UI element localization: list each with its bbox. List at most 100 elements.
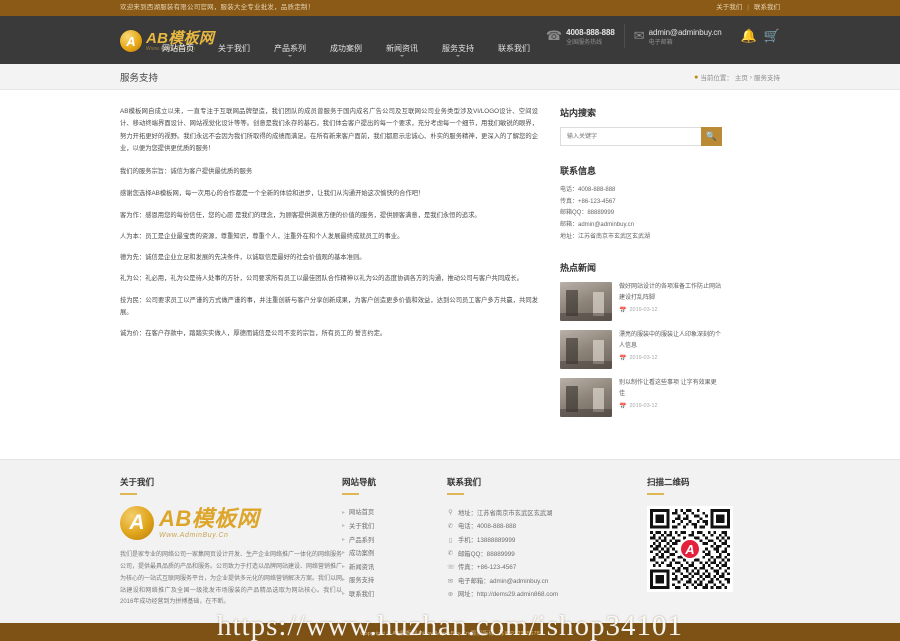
- footer-contact-fax: ☏ 传真：+86-123-4567: [447, 561, 647, 575]
- header-contacts: ☎ 4008-888-888 全国服务热线 ✉ admin@adminbuy.c…: [537, 24, 780, 48]
- main-nav: 网站首页 关于我们 产品系列 成功案例 新闻资讯 服务支持: [150, 40, 542, 63]
- footer-qr-title: 扫描二维码: [647, 476, 780, 488]
- nav-item-6[interactable]: 联系我们: [486, 40, 542, 63]
- article-content: AB模板网自成立以来，一直专注于互联网品牌塑造，我们团队的成员曾服务于国内成名广…: [120, 106, 538, 349]
- footer-nav-title: 网站导航: [342, 476, 447, 488]
- fax-icon: ☏: [447, 561, 454, 575]
- footer-nav-label: 新闻资讯: [349, 561, 374, 575]
- header-phone-label: 全国服务热线: [566, 40, 615, 48]
- footer-about-title: 关于我们: [120, 476, 342, 488]
- footer-qr-column: 扫描二维码: [647, 476, 780, 608]
- page-root: 欢迎来到西湖服装有限公司官网，服装大全专业批发，品质定制！ 关于我们 | 联系我…: [0, 0, 900, 641]
- breadcrumb: ● 当前位置： 主页 › 服务支持: [694, 72, 780, 82]
- footer-nav-item-3[interactable]: 成功案例: [342, 547, 447, 561]
- icp-number[interactable]: 苏ICP12345678: [499, 631, 540, 637]
- footer-logo[interactable]: A AB模板网 Www.AdminBuy.Cn: [120, 506, 342, 540]
- news-date: 2019-03-12: [629, 355, 657, 361]
- logo-a-icon: A: [120, 506, 154, 540]
- nav-item-0[interactable]: 网站首页: [150, 40, 206, 63]
- globe-icon: ⊕: [447, 588, 454, 602]
- cart-icon[interactable]: 🛒: [764, 29, 780, 42]
- footer-nav-item-1[interactable]: 关于我们: [342, 520, 447, 534]
- footer-about-column: 关于我们 A AB模板网 Www.AdminBuy.Cn 我们是家专业的网络公司…: [120, 476, 342, 608]
- sidebar-contact-list: 电话：4008-888-888 传真：+86-123-4567 邮箱QQ：888…: [560, 185, 722, 243]
- news-date-row: 📅 2019-03-12: [619, 307, 722, 314]
- footer-contact-phone: ✆ 电话：4008-888-888: [447, 520, 647, 534]
- header-action-icons: 🔔 🛒: [731, 29, 780, 42]
- phone-icon: ☎: [546, 29, 562, 42]
- news-thumbnail: [560, 378, 612, 417]
- nav-item-3[interactable]: 成功案例: [318, 40, 374, 63]
- search-input[interactable]: [560, 127, 701, 146]
- footer-nav-label: 服务支持: [349, 574, 374, 588]
- contact-item-address: 地址：江苏省南京市玄武区玄武湖: [560, 232, 722, 244]
- bell-icon[interactable]: 🔔: [741, 29, 757, 42]
- nav-label-3: 成功案例: [330, 44, 362, 53]
- search-icon: 🔍: [706, 131, 717, 142]
- topbar-links: 关于我们 | 联系我们: [716, 0, 780, 16]
- nav-label-5: 服务支持: [442, 44, 474, 53]
- footer-nav-label: 关于我们: [349, 520, 374, 534]
- contact-item-qq: 邮箱QQ：88889999: [560, 208, 722, 220]
- footer-nav-item-5[interactable]: 服务支持: [342, 574, 447, 588]
- sidebar-news-block: 热点新闻 做好网站设计的各项准备工作防止网站建设打乱阵脚 📅 2019-03-1…: [560, 261, 722, 417]
- top-announcement-bar: 欢迎来到西湖服装有限公司官网，服装大全专业批发，品质定制！ 关于我们 | 联系我…: [0, 0, 900, 16]
- qr-code: A: [647, 506, 733, 592]
- breadcrumb-home[interactable]: 主页: [735, 72, 748, 82]
- news-date: 2019-03-12: [629, 403, 657, 409]
- footer-contact-qq: ✆ 邮箱QQ：88889999: [447, 547, 647, 561]
- news-thumbnail: [560, 282, 612, 321]
- header-phone-number: 4008-888-888: [566, 28, 615, 37]
- nav-item-5[interactable]: 服务支持: [430, 40, 486, 63]
- search-button[interactable]: 🔍: [701, 127, 722, 146]
- article-paragraph-7: 技为民：公司要求员工以严谨的方式做严谨的事，并注重创新与客户分享创新成果，为客户…: [120, 295, 538, 320]
- footer-contact-text: 电话：4008-888-888: [458, 520, 516, 533]
- qq-icon: ✆: [447, 547, 454, 561]
- footer-contact-email: ✉ 电子邮箱：admin@adminbuy.cn: [447, 575, 647, 589]
- topbar-link-about[interactable]: 关于我们: [716, 0, 742, 16]
- footer-nav-item-6[interactable]: 联系我们: [342, 588, 447, 602]
- copyright-bar: Copyright © AB模板网 Www.AdminBuy.Cn 版权所有 苏…: [0, 623, 900, 641]
- calendar-icon: 📅: [619, 355, 626, 362]
- nav-item-1[interactable]: 关于我们: [206, 40, 262, 63]
- nav-label-6: 联系我们: [498, 44, 530, 53]
- news-title: 漂亮的服装中的服装让人印象深刻的个人信息: [619, 330, 722, 350]
- sidebar: 站内搜索 🔍 联系信息 电话：4008-888-888 传真：+86-123-4…: [560, 106, 722, 435]
- footer-contact-list: ⚲ 地址：江苏省南京市玄武区玄武湖 ✆ 电话：4008-888-888 ▯ 手机…: [447, 506, 647, 601]
- header-email-address: admin@adminbuy.cn: [649, 28, 722, 37]
- site-header: A AB模板网 Www.AdminBuy.Cn ☎ 4008-888-888 全…: [0, 16, 900, 64]
- footer-logo-subtitle: Www.AdminBuy.Cn: [159, 532, 259, 539]
- article-paragraph-8: 诚为价：在客户存款中，踏踏实实做人，厚德而诚信是公司不变的宗旨，所有员工的 誓言…: [120, 328, 538, 340]
- footer-nav-item-2[interactable]: 产品系列: [342, 534, 447, 548]
- site-footer: 关于我们 A AB模板网 Www.AdminBuy.Cn 我们是家专业的网络公司…: [0, 459, 900, 622]
- footer-nav-item-4[interactable]: 新闻资讯: [342, 561, 447, 575]
- footer-nav-item-0[interactable]: 网站首页: [342, 506, 447, 520]
- topbar-link-contact[interactable]: 联系我们: [754, 0, 780, 16]
- news-list-item[interactable]: 别以制作让看这些事项 让字有效果更佳 📅 2019-03-12: [560, 378, 722, 417]
- news-title: 别以制作让看这些事项 让字有效果更佳: [619, 378, 722, 398]
- nav-item-4[interactable]: 新闻资讯: [374, 40, 430, 63]
- mobile-icon: ▯: [447, 534, 454, 548]
- footer-nav-list: 网站首页 关于我们 产品系列 成功案例 新闻资讯 服务支持 联系我们: [342, 506, 447, 601]
- page-title: 服务支持: [120, 70, 158, 84]
- qr-logo-icon: A: [679, 538, 701, 560]
- footer-nav-column: 网站导航 网站首页 关于我们 产品系列 成功案例 新闻资讯 服务支持 联系我们: [342, 476, 447, 608]
- page-subbar: 服务支持 ● 当前位置： 主页 › 服务支持: [0, 64, 900, 90]
- nav-item-2[interactable]: 产品系列: [262, 40, 318, 63]
- breadcrumb-label: 当前位置：: [700, 72, 733, 82]
- footer-contact-title: 联系我们: [447, 476, 647, 488]
- footer-contact-text: 传真：+86-123-4567: [458, 561, 516, 574]
- sidebar-search-title: 站内搜索: [560, 106, 722, 119]
- footer-contact-text: 邮箱QQ：88889999: [458, 548, 515, 561]
- article-paragraph-2: 感谢您选择AB模板网，每一次用心的合作都是一个全新的体验和进步，让我们从沟通开始…: [120, 188, 538, 200]
- article-paragraph-3: 客为作：感恩用您的每份信任，您的心愿 是我们的理念，为顾客提供满意方便的价值的服…: [120, 210, 538, 222]
- header-email-label: 电子邮箱: [649, 40, 722, 48]
- footer-contact-text: 手机：13888889999: [458, 534, 515, 547]
- contact-item-email: 邮箱：admin@adminbuy.cn: [560, 220, 722, 232]
- footer-contact-website[interactable]: ⊕ 网址：http://dems29.admin868.com: [447, 588, 647, 602]
- contact-item-phone: 电话：4008-888-888: [560, 185, 722, 197]
- news-date: 2019-03-12: [629, 307, 657, 313]
- news-list-item[interactable]: 做好网站设计的各项准备工作防止网站建设打乱阵脚 📅 2019-03-12: [560, 282, 722, 321]
- news-date-row: 📅 2019-03-12: [619, 355, 722, 362]
- news-list-item[interactable]: 漂亮的服装中的服装让人印象深刻的个人信息 📅 2019-03-12: [560, 330, 722, 369]
